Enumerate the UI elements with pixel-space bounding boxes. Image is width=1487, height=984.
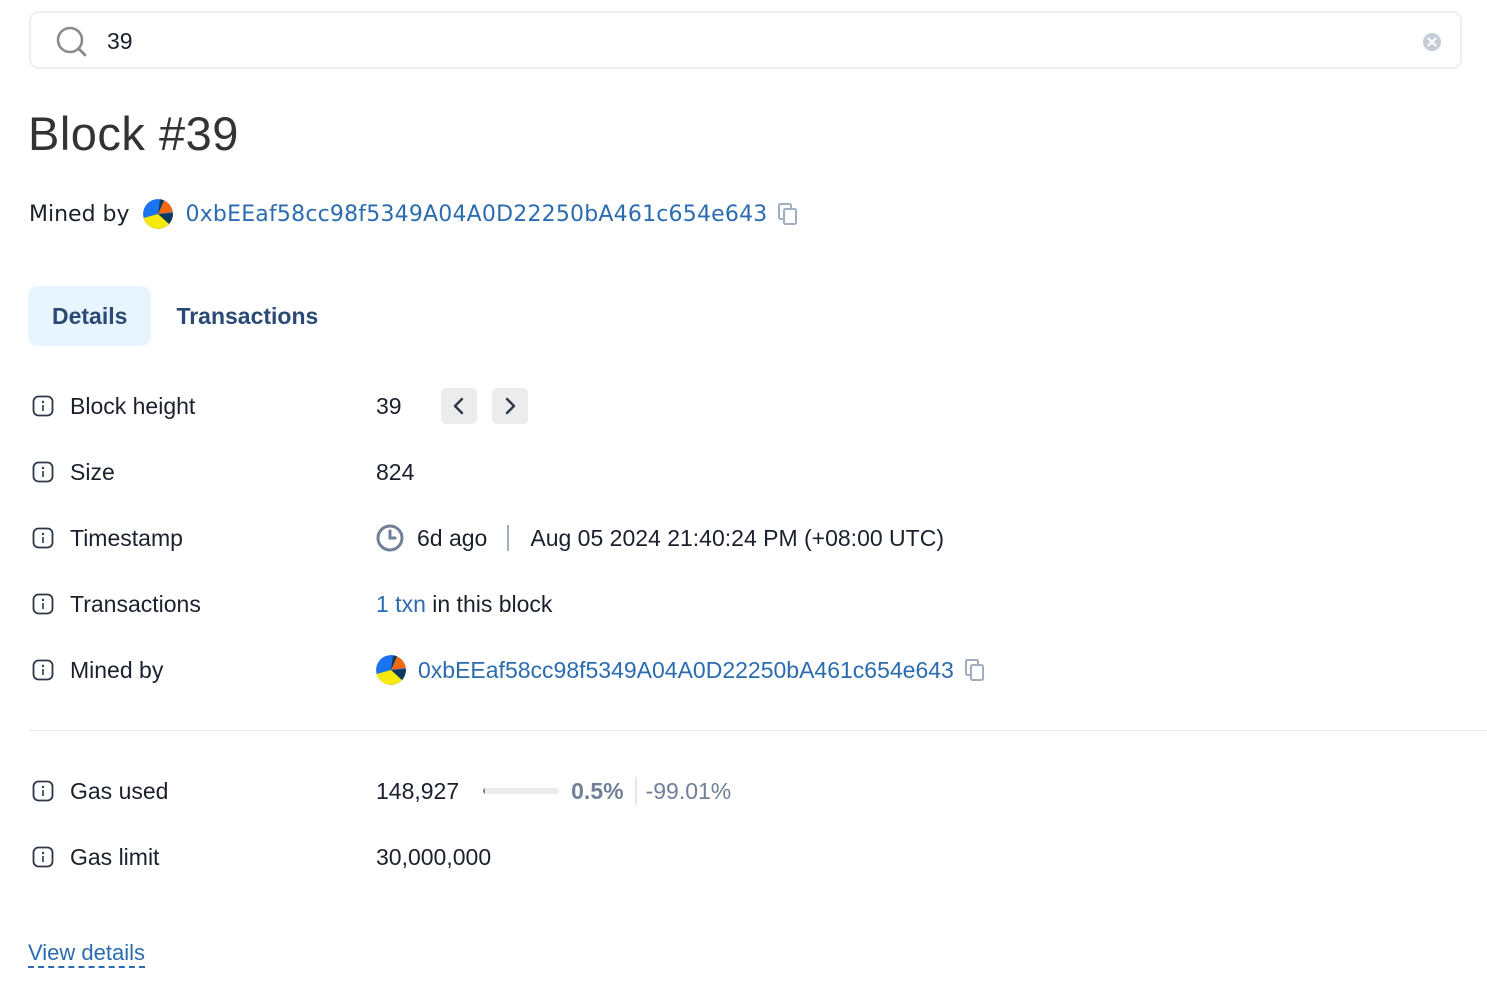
detail-row-transactions: Transactions 1 txn in this block	[32, 587, 552, 621]
tab-list: Details Transactions	[28, 286, 342, 346]
miner-avatar	[376, 655, 406, 685]
gas-used-value-group: 148,927 0.5% -99.01%	[376, 777, 731, 805]
transactions-value-group: 1 txn in this block	[376, 591, 552, 618]
info-icon[interactable]	[32, 527, 54, 549]
transactions-label: Transactions	[70, 590, 201, 617]
gas-used-percent: 0.5%	[571, 777, 624, 804]
detail-row-mined-by: Mined by 0xbEEaf58cc98f5349A04A0D22250bA…	[32, 653, 986, 687]
block-height-label: Block height	[70, 392, 196, 419]
search-bar	[29, 11, 1462, 69]
mined-by-value-group: 0xbEEaf58cc98f5349A04A0D22250bA461c654e6…	[376, 655, 986, 685]
miner-avatar	[142, 199, 173, 229]
timestamp-label: Timestamp	[70, 524, 183, 551]
chevron-left-icon	[453, 397, 464, 415]
timestamp-absolute: Aug 05 2024 21:40:24 PM (+08:00 UTC)	[530, 524, 944, 551]
mined-by-address-link[interactable]: 0xbEEaf58cc98f5349A04A0D22250bA461c654e6…	[418, 657, 954, 684]
clock-icon	[376, 524, 404, 552]
tab-transactions[interactable]: Transactions	[151, 286, 342, 346]
block-height-value-group: 39	[376, 388, 528, 424]
info-icon[interactable]	[32, 659, 54, 681]
next-block-button[interactable]	[492, 388, 528, 424]
copy-icon[interactable]	[777, 202, 799, 226]
miner-label: Mined by	[29, 201, 130, 227]
clear-search-icon[interactable]	[1422, 32, 1442, 52]
miner-address-link[interactable]: 0xbEEaf58cc98f5349A04A0D22250bA461c654e6…	[186, 202, 768, 227]
txn-count-link[interactable]: 1 txn	[376, 591, 426, 618]
search-icon	[56, 26, 87, 57]
detail-row-gas-limit: Gas limit 30,000,000	[32, 840, 491, 874]
detail-row-gas-used: Gas used 148,927 0.5% -99.01%	[32, 774, 731, 808]
detail-row-timestamp: Timestamp 6d ago Aug 05 2024 21:40:24 PM…	[32, 521, 944, 555]
tab-details[interactable]: Details	[28, 286, 152, 346]
gas-target-delta: -99.01%	[645, 777, 732, 804]
info-icon[interactable]	[32, 846, 54, 868]
txn-suffix: in this block	[425, 590, 553, 617]
mined-by-label: Mined by	[70, 656, 164, 683]
gas-used-progress-fill	[483, 788, 485, 794]
block-height-value: 39	[376, 392, 402, 419]
timestamp-divider	[507, 525, 510, 551]
info-icon[interactable]	[32, 593, 54, 615]
detail-row-size: Size 824	[32, 455, 414, 489]
gas-limit-value: 30,000,000	[376, 843, 492, 870]
timestamp-relative: 6d ago	[417, 524, 488, 551]
gas-used-value: 148,927	[376, 777, 460, 804]
size-label: Size	[70, 458, 115, 485]
section-divider	[29, 730, 1487, 731]
gas-limit-label: Gas limit	[70, 843, 160, 870]
search-input[interactable]	[107, 21, 1407, 61]
chevron-right-icon	[505, 397, 516, 415]
copy-icon[interactable]	[964, 658, 986, 682]
detail-row-block-height: Block height 39	[32, 388, 528, 424]
prev-block-button[interactable]	[441, 388, 477, 424]
gas-used-label: Gas used	[70, 777, 169, 804]
gas-used-progress-bar	[483, 788, 560, 794]
timestamp-value-group: 6d ago Aug 05 2024 21:40:24 PM (+08:00 U…	[376, 524, 944, 552]
info-icon[interactable]	[32, 395, 54, 417]
page-title: Block #39	[28, 107, 239, 160]
gas-divider	[634, 777, 637, 805]
info-icon[interactable]	[32, 780, 54, 802]
header-miner: Mined by 0xbEEaf58cc98f5349A04A0D22250bA…	[29, 196, 799, 232]
view-details-link[interactable]: View details	[28, 940, 145, 968]
info-icon[interactable]	[32, 461, 54, 483]
size-value: 824	[376, 458, 415, 485]
